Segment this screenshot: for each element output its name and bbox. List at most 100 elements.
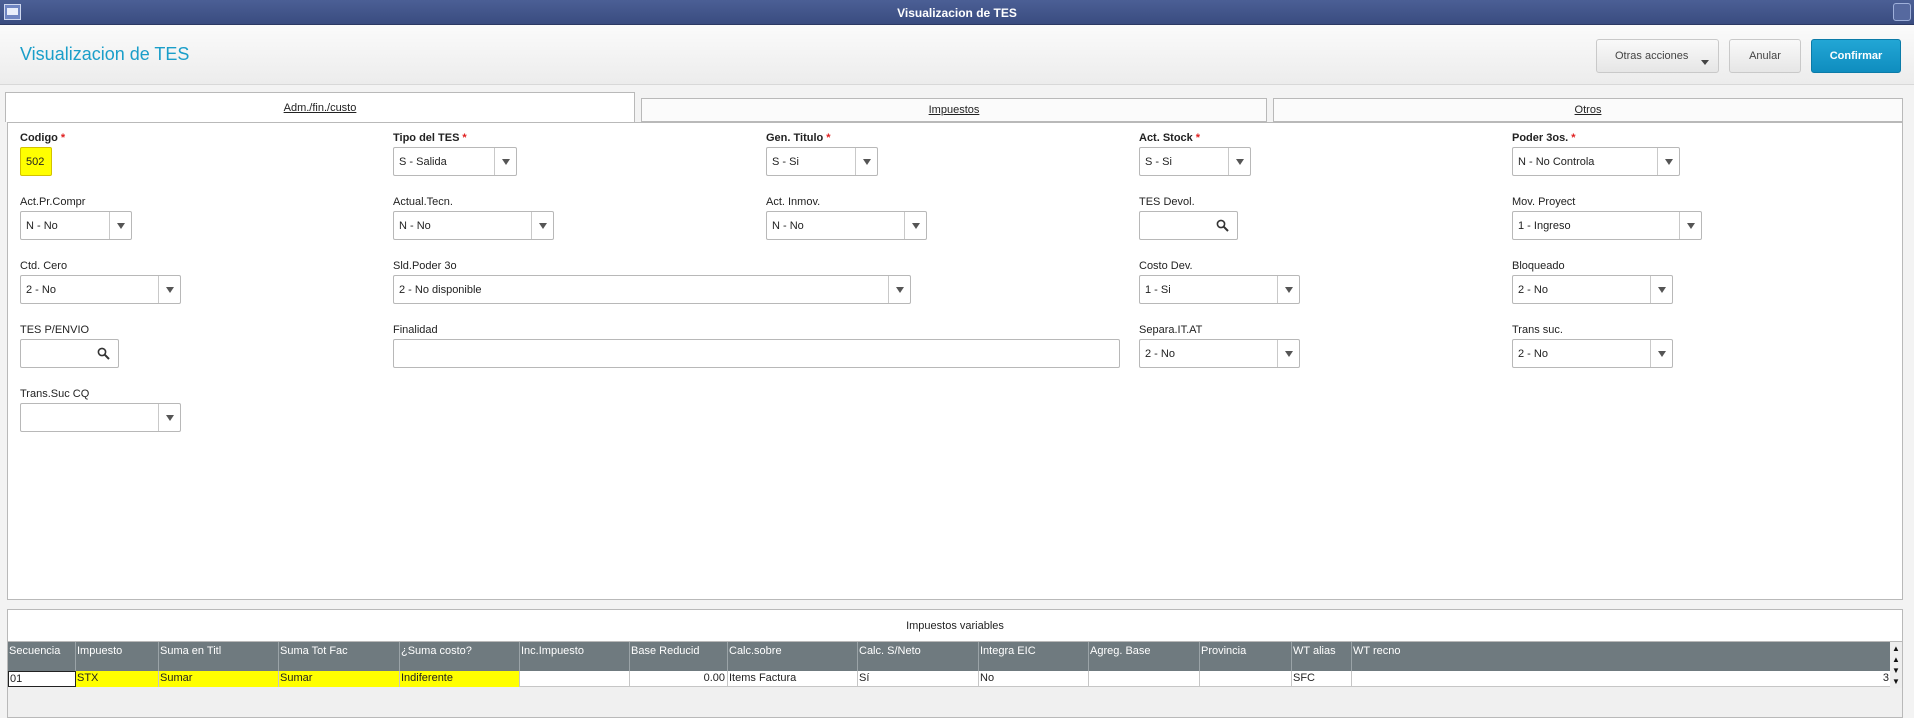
tab-impuestos[interactable]: Impuestos <box>641 98 1267 122</box>
act-inmov-select[interactable]: N - No <box>766 211 927 240</box>
grid-title-box: Impuestos variables <box>7 609 1903 641</box>
column-header[interactable]: Integra EIC <box>979 642 1089 671</box>
trans-suc-cq-select[interactable] <box>20 403 181 432</box>
table-row[interactable]: 01 STX Sumar Sumar Indiferente 0.00 Item… <box>8 671 1891 687</box>
caret-down-icon[interactable] <box>1679 212 1701 239</box>
tes-devol-input[interactable] <box>1139 211 1238 240</box>
cancel-button[interactable]: Anular <box>1729 39 1801 73</box>
codigo-input[interactable]: 502 <box>20 147 52 176</box>
field-label: Trans suc. <box>1512 324 1563 336</box>
table-cell[interactable]: Sumar <box>159 671 279 687</box>
tab-label: Otros <box>1574 104 1602 116</box>
page-header: Visualizacion de TES Otras acciones Anul… <box>0 25 1914 85</box>
scroll-top-icon[interactable]: ▲ <box>1891 644 1901 654</box>
tab-otros[interactable]: Otros <box>1273 98 1903 122</box>
bloqueado-select[interactable]: 2 - No <box>1512 275 1673 304</box>
table-cell[interactable] <box>1089 671 1200 687</box>
ctd-cero-select[interactable]: 2 - No <box>20 275 181 304</box>
caret-down-icon[interactable] <box>158 276 180 303</box>
mov-proyect-select[interactable]: 1 - Ingreso <box>1512 211 1702 240</box>
poder-3os-select[interactable]: N - No Controla <box>1512 147 1680 176</box>
caret-down-icon[interactable] <box>109 212 131 239</box>
caret-down-icon[interactable] <box>1277 340 1299 367</box>
scroll-bottom-icon[interactable]: ▼ <box>1891 677 1901 687</box>
column-header[interactable]: Inc.Impuesto <box>520 642 630 671</box>
field-label: TES P/ENVIO <box>20 324 90 336</box>
field-label: TES Devol. <box>1139 196 1195 208</box>
caret-down-icon[interactable] <box>1650 340 1672 367</box>
field-label: Gen. Titulo * <box>766 132 831 144</box>
caret-down-icon[interactable] <box>904 212 926 239</box>
caret-down-icon[interactable] <box>888 276 910 303</box>
caret-down-icon[interactable] <box>1277 276 1299 303</box>
act-pr-compr-select[interactable]: N - No <box>20 211 132 240</box>
window-titlebar: Visualizacion de TES <box>0 0 1914 25</box>
confirm-button[interactable]: Confirmar <box>1811 39 1901 73</box>
actual-tecn-select[interactable]: N - No <box>393 211 554 240</box>
maximize-button[interactable] <box>1893 3 1911 21</box>
caret-down-icon[interactable] <box>158 404 180 431</box>
column-header[interactable]: Provincia <box>1200 642 1292 671</box>
separa-it-at-select[interactable]: 2 - No <box>1139 339 1300 368</box>
caret-down-icon[interactable] <box>1657 148 1679 175</box>
column-header[interactable]: WT alias <box>1292 642 1352 671</box>
tab-label: Adm./fin./custo <box>283 102 357 114</box>
tab-adm-fin-custo[interactable]: Adm./fin./custo <box>5 92 635 122</box>
table-cell[interactable]: No <box>979 671 1089 687</box>
form-panel: Codigo * 502 Tipo del TES * S - Salida Gen… <box>7 122 1903 600</box>
field-label: Act. Inmov. <box>766 196 821 208</box>
finalidad-input[interactable] <box>393 339 1120 368</box>
field-label: Act. Stock * <box>1139 132 1201 144</box>
column-header[interactable]: Calc. S/Neto <box>858 642 979 671</box>
grid-header: Secuencia Impuesto Suma en Titl Suma Tot… <box>8 642 1891 671</box>
table-cell[interactable] <box>520 671 630 687</box>
column-header[interactable]: Suma Tot Fac <box>279 642 400 671</box>
trans-suc-select[interactable]: 2 - No <box>1512 339 1673 368</box>
sld-poder-3o-select[interactable]: 2 - No disponible <box>393 275 911 304</box>
table-cell[interactable]: STX <box>76 671 159 687</box>
column-header[interactable]: Secuencia <box>8 642 76 671</box>
search-icon[interactable] <box>97 347 110 360</box>
grid-title: Impuestos variables <box>906 620 1004 632</box>
field-label: Costo Dev. <box>1139 260 1193 272</box>
table-cell[interactable]: Sí <box>858 671 979 687</box>
column-header[interactable]: Impuesto <box>76 642 159 671</box>
column-header[interactable]: Calc.sobre <box>728 642 858 671</box>
scroll-up-icon[interactable]: ▲ <box>1891 655 1901 665</box>
caret-down-icon[interactable] <box>1650 276 1672 303</box>
field-label: Codigo * <box>20 132 66 144</box>
field-label: Separa.IT.AT <box>1139 324 1203 336</box>
column-header[interactable]: Suma en Titl <box>159 642 279 671</box>
field-label: Trans.Suc CQ <box>20 388 90 400</box>
column-header[interactable]: Base Reducid <box>630 642 728 671</box>
gen-titulo-select[interactable]: S - Si <box>766 147 878 176</box>
table-cell[interactable]: 01 <box>8 671 76 687</box>
column-header[interactable]: WT recno <box>1352 642 1891 671</box>
tipo-tes-select[interactable]: S - Salida <box>393 147 517 176</box>
field-label: Finalidad <box>393 324 438 336</box>
costo-dev-select[interactable]: 1 - Si <box>1139 275 1300 304</box>
caret-down-icon[interactable] <box>531 212 553 239</box>
search-icon[interactable] <box>1216 219 1229 232</box>
table-cell[interactable]: SFC <box>1292 671 1352 687</box>
act-stock-select[interactable]: S - Si <box>1139 147 1251 176</box>
taxes-grid: Secuencia Impuesto Suma en Titl Suma Tot… <box>7 641 1903 718</box>
table-cell[interactable]: Items Factura <box>728 671 858 687</box>
tes-penvio-input[interactable] <box>20 339 119 368</box>
column-header[interactable]: Agreg. Base <box>1089 642 1200 671</box>
field-label: Tipo del TES * <box>393 132 467 144</box>
field-label: Actual.Tecn. <box>393 196 453 208</box>
caret-down-icon[interactable] <box>1228 148 1250 175</box>
table-cell[interactable]: 3 <box>1352 671 1891 687</box>
table-cell[interactable] <box>1200 671 1292 687</box>
grid-scrollbar[interactable]: ▲ ▲ ▼ ▼ <box>1890 642 1902 688</box>
other-actions-label: Otras acciones <box>1615 50 1689 62</box>
caret-down-icon[interactable] <box>494 148 516 175</box>
scroll-down-icon[interactable]: ▼ <box>1891 666 1901 676</box>
other-actions-button[interactable]: Otras acciones <box>1596 39 1719 73</box>
table-cell[interactable]: 0.00 <box>630 671 728 687</box>
table-cell[interactable]: Sumar <box>279 671 400 687</box>
column-header[interactable]: ¿Suma costo? <box>400 642 520 671</box>
caret-down-icon[interactable] <box>855 148 877 175</box>
table-cell[interactable]: Indiferente <box>400 671 520 687</box>
